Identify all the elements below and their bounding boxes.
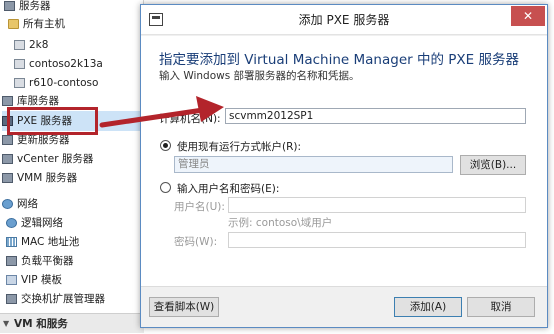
add-pxe-server-dialog: 添加 PXE 服务器 ✕ 指定要添加到 Virtual Machine Mana…: [140, 4, 548, 328]
nav-item-host-contoso2k13a[interactable]: contoso2k13a: [14, 54, 103, 74]
dialog-title: 添加 PXE 服务器: [298, 13, 390, 27]
close-button[interactable]: ✕: [511, 6, 545, 26]
nav-item-vip-templates[interactable]: VIP 模板: [6, 270, 62, 290]
nav-item-vcenter-servers[interactable]: vCenter 服务器: [2, 149, 93, 169]
enter-credentials-label: 输入用户名和密码(E):: [177, 183, 280, 195]
password-label: 密码(W):: [174, 236, 218, 248]
dialog-heading: 指定要添加到 Virtual Machine Manager 中的 PXE 服务…: [159, 52, 519, 68]
nav-item-label: 负载平衡器: [21, 255, 74, 267]
nav-item-label: 2k8: [29, 39, 49, 51]
server-icon: [6, 294, 17, 304]
nav-item-switch-extension-managers[interactable]: 交换机扩展管理器: [6, 289, 105, 309]
nav-item-label: 交换机扩展管理器: [21, 293, 105, 305]
host-icon: [14, 40, 25, 50]
nav-item-label: 服务器: [19, 0, 51, 12]
password-input[interactable]: [228, 232, 526, 248]
nav-item-host-r610[interactable]: r610-contoso: [14, 73, 98, 93]
username-input[interactable]: [228, 197, 526, 213]
chevron-down-icon: ▼: [3, 319, 10, 328]
nav-section-vms-services[interactable]: ▼ VM 和服务: [0, 313, 144, 333]
nav-section-label: VM 和服务: [14, 318, 68, 330]
highlight-box: [7, 107, 98, 135]
network-icon: [6, 218, 17, 228]
browse-button[interactable]: 浏览(B)...: [460, 155, 526, 175]
nav-item-label: 所有主机: [23, 18, 65, 30]
nav-item-load-balancers[interactable]: 负载平衡器: [6, 251, 74, 271]
nav-item-logical-networks[interactable]: 逻辑网络: [6, 213, 63, 233]
nav-item-label: VMM 服务器: [17, 172, 78, 184]
nav-item-label: VIP 模板: [21, 274, 62, 286]
nav-item-networking[interactable]: 网络: [2, 194, 38, 214]
server-icon: [2, 96, 13, 106]
username-label: 用户名(U):: [174, 201, 225, 213]
nav-item-all-hosts[interactable]: 所有主机: [8, 14, 65, 34]
cancel-button[interactable]: 取消: [467, 297, 535, 317]
use-runas-account-radio[interactable]: [160, 140, 171, 151]
nav-item-label: r610-contoso: [29, 77, 99, 89]
use-runas-account-label: 使用现有运行方式帐户(R):: [177, 141, 302, 153]
server-icon: [2, 135, 13, 145]
nav-item-label: 更新服务器: [17, 134, 70, 146]
enter-credentials-radio[interactable]: [160, 182, 171, 193]
nav-item-vmm-servers[interactable]: VMM 服务器: [2, 168, 77, 188]
host-icon: [14, 78, 25, 88]
nav-item-label: MAC 地址池: [21, 236, 80, 248]
grid-icon: [6, 237, 17, 247]
computer-name-input[interactable]: scvmm2012SP1: [225, 108, 526, 124]
vip-icon: [6, 275, 17, 285]
server-icon: [6, 256, 17, 266]
host-icon: [14, 59, 25, 69]
navigation-tree: 服务器 所有主机 2k8 contoso2k13a r610-contoso 库…: [0, 0, 144, 313]
dialog-footer: 查看脚本(W) 添加(A) 取消: [141, 286, 547, 327]
add-button[interactable]: 添加(A): [394, 297, 462, 317]
dialog-content: 指定要添加到 Virtual Machine Manager 中的 PXE 服务…: [141, 36, 547, 286]
nav-item-label: 库服务器: [17, 95, 59, 107]
nav-item-host-2k8[interactable]: 2k8: [14, 35, 48, 55]
username-example: 示例: contoso\域用户: [228, 217, 333, 229]
view-script-button[interactable]: 查看脚本(W): [149, 297, 219, 317]
nav-item-label: 网络: [17, 198, 38, 210]
folder-icon: [8, 19, 19, 29]
network-icon: [2, 199, 13, 209]
server-icon: [4, 1, 15, 11]
dialog-subheading: 输入 Windows 部署服务器的名称和凭据。: [159, 70, 360, 82]
runas-account-field[interactable]: 管理员: [174, 156, 453, 173]
nav-item-label: contoso2k13a: [29, 58, 103, 70]
server-icon: [2, 154, 13, 164]
nav-item-mac-pools[interactable]: MAC 地址池: [6, 232, 79, 252]
dialog-titlebar[interactable]: 添加 PXE 服务器 ✕: [141, 5, 547, 35]
computer-name-label: 计算机名(N):: [159, 113, 221, 125]
server-icon: [2, 173, 13, 183]
nav-item-label: vCenter 服务器: [17, 153, 94, 165]
nav-item-label: 逻辑网络: [21, 217, 63, 229]
